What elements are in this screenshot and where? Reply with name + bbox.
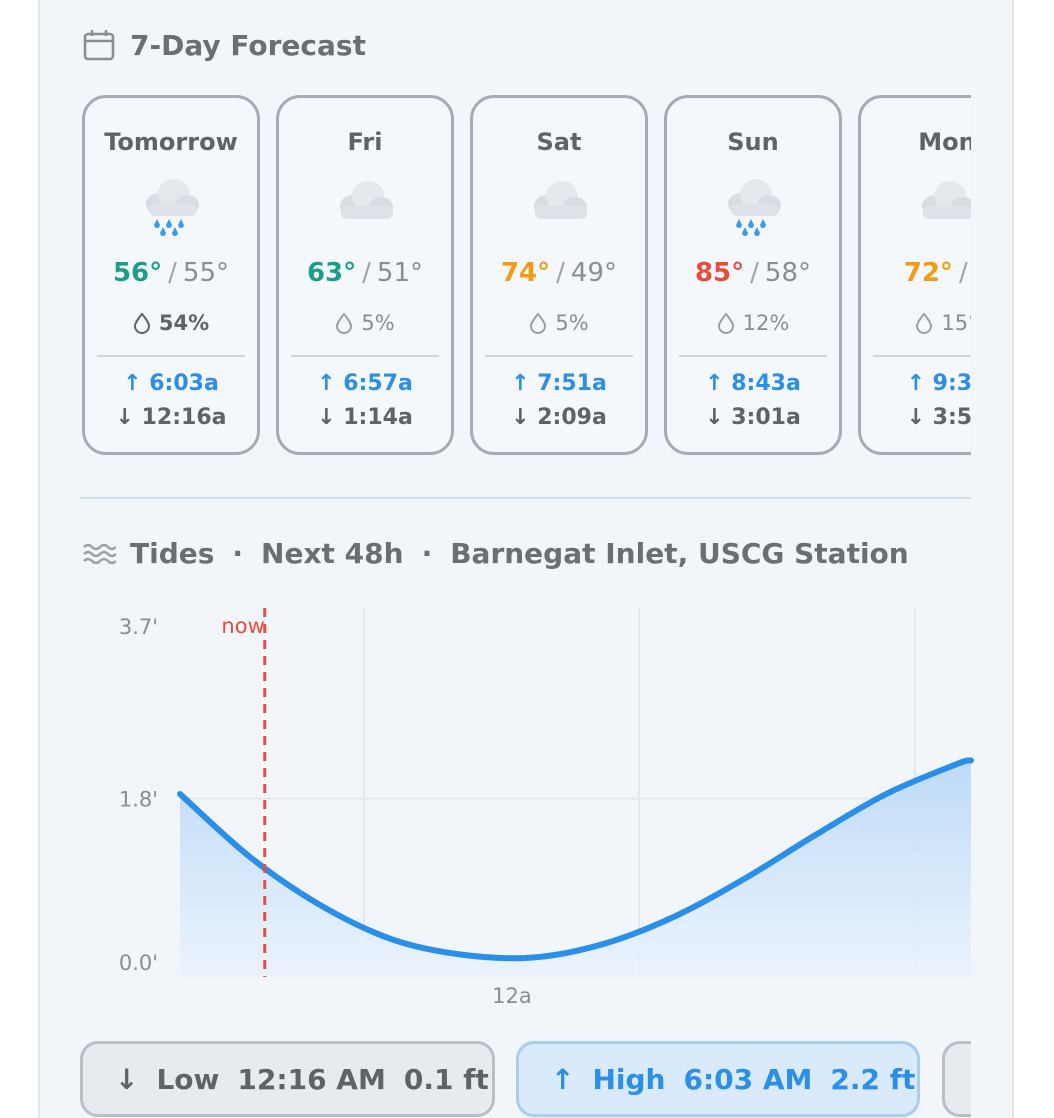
tide-event-next[interactable] xyxy=(942,1041,971,1117)
tide-chart[interactable]: 3.7' 1.8' 0.0' now 12a xyxy=(0,0,1054,1030)
arrow-up-icon: ↑ xyxy=(551,1062,575,1096)
x-tick-label: 12a xyxy=(492,984,532,1008)
tide-area xyxy=(180,760,971,977)
arrow-down-icon: ↓ xyxy=(115,1062,139,1096)
tide-type: Low xyxy=(156,1062,220,1096)
y-tick-label: 1.8' xyxy=(119,788,158,812)
now-label: now xyxy=(221,614,264,638)
tide-type: High xyxy=(592,1062,666,1096)
y-tick-label: 3.7' xyxy=(119,615,158,639)
tide-events-scroller[interactable]: ↓ Low 12:16 AM 0.1 ft ↑ High 6:03 AM 2.2… xyxy=(80,1040,971,1118)
tide-time: 12:16 AM xyxy=(237,1062,386,1096)
tide-height: 2.2 ft xyxy=(830,1062,916,1096)
tide-height: 0.1 ft xyxy=(403,1062,489,1096)
y-tick-label: 0.0' xyxy=(119,951,158,975)
tide-event-high[interactable]: ↑ High 6:03 AM 2.2 ft xyxy=(516,1041,920,1117)
tide-event-low[interactable]: ↓ Low 12:16 AM 0.1 ft xyxy=(80,1041,495,1117)
tide-time: 6:03 AM xyxy=(683,1062,813,1096)
